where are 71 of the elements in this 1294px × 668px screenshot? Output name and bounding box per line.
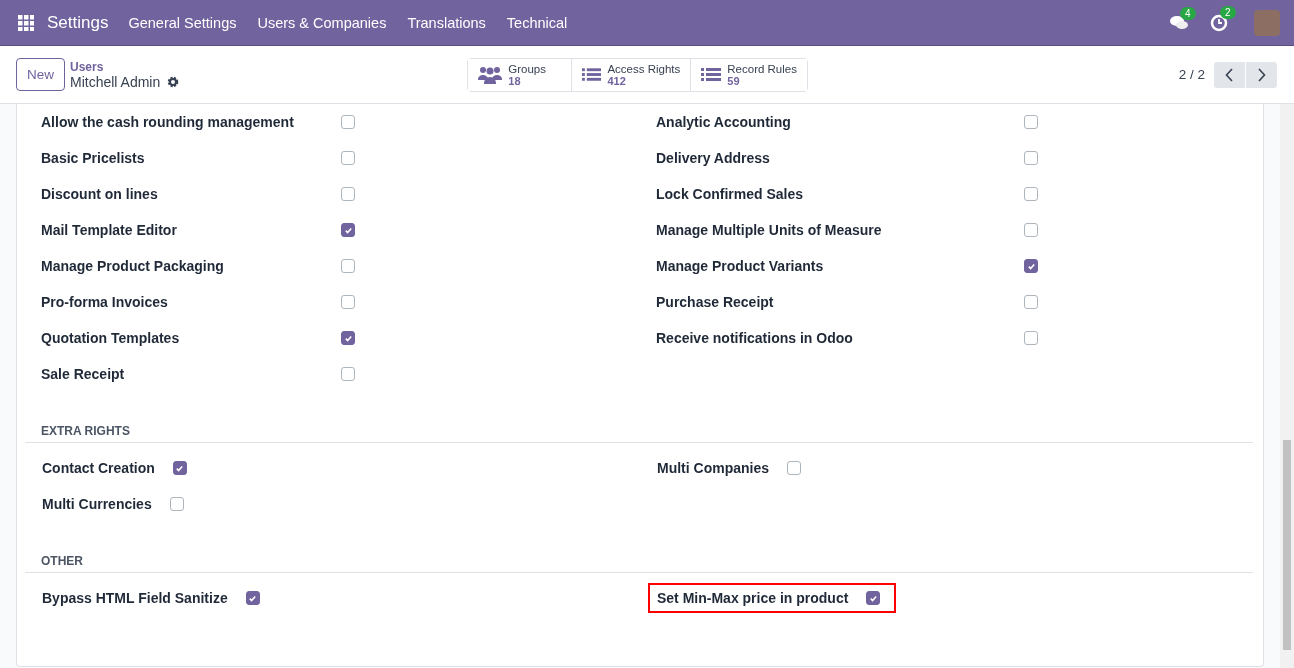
field-label: Receive notifications in Odoo [656,330,853,346]
field-label: Multi Currencies [42,496,152,512]
field-label: Pro-forma Invoices [41,294,168,310]
checkbox[interactable] [1024,259,1038,273]
field-label: Delivery Address [656,150,770,166]
list-icon [701,66,722,83]
menu-item[interactable]: General Settings [128,14,237,31]
breadcrumb-link[interactable]: Users [70,59,180,74]
field-label: Basic Pricelists [41,150,145,166]
checkbox[interactable] [1024,151,1038,165]
field-label: Purchase Receipt [656,294,774,310]
avatar[interactable] [1254,9,1280,36]
field-label: Manage Multiple Units of Measure [656,222,882,238]
section-title: OTHER [25,554,1253,573]
checkbox[interactable] [1024,115,1038,129]
checkbox[interactable] [1024,331,1038,345]
checkmark-icon [343,225,353,235]
chevron-left-icon [1225,67,1234,82]
menu-item[interactable]: Technical [506,14,568,31]
field-label: Contact Creation [42,460,155,476]
activity-count-badge: 2 [1220,5,1236,19]
field-label: Set Min-Max price in product [657,590,849,606]
checkbox[interactable] [1024,295,1038,309]
field-label: Manage Product Packaging [41,258,224,274]
message-count-badge: 4 [1180,6,1196,20]
apps-menu-icon[interactable] [18,14,34,31]
checkbox[interactable] [1024,223,1038,237]
next-button[interactable] [1246,61,1277,88]
checkbox[interactable] [787,461,801,475]
checkbox[interactable] [1024,187,1038,201]
field-label: Lock Confirmed Sales [656,186,804,202]
checkmark-icon [175,463,185,473]
settings-icon[interactable] [167,75,180,88]
checkbox[interactable] [341,187,355,201]
checkbox[interactable] [341,151,355,165]
app-title[interactable]: Settings [47,12,109,33]
checkmark-icon [868,593,878,603]
list-icon [582,66,602,83]
previous-button[interactable] [1214,61,1245,88]
users-icon [478,65,503,84]
field-label: Multi Companies [657,460,769,476]
new-button[interactable]: New [16,58,65,91]
field-label: Mail Template Editor [41,222,177,238]
checkmark-icon [248,593,258,603]
field-label: Sale Receipt [41,366,125,382]
checkbox[interactable] [172,461,187,475]
checkbox[interactable] [866,591,881,605]
checkmark-icon [343,333,353,343]
checkbox[interactable] [341,223,355,237]
field-label: Quotation Templates [41,330,180,346]
checkbox[interactable] [341,115,355,129]
checkmark-icon [1026,261,1036,271]
chevron-right-icon [1257,67,1266,82]
field-label: Discount on lines [41,186,158,202]
section-title: EXTRA RIGHTS [25,424,1253,443]
checkbox[interactable] [341,259,355,273]
field-label: Allow the cash rounding management [41,114,294,130]
field-label: Analytic Accounting [656,114,791,130]
checkbox[interactable] [341,367,355,381]
record-title: Mitchell Admin [70,73,161,90]
menu-item[interactable]: Translations [407,14,486,31]
menu-item[interactable]: Users & Companies [257,14,387,31]
field-label: Manage Product Variants [656,258,824,274]
checkbox[interactable] [245,591,260,605]
scrollbar[interactable] [1280,104,1294,668]
checkbox[interactable] [341,295,355,309]
checkbox[interactable] [341,331,355,345]
field-label: Bypass HTML Field Sanitize [42,590,228,606]
pager-counter: 2 / 2 [1178,67,1205,82]
stat-button[interactable]: Groups 18 [468,58,573,91]
checkbox[interactable] [169,497,184,511]
